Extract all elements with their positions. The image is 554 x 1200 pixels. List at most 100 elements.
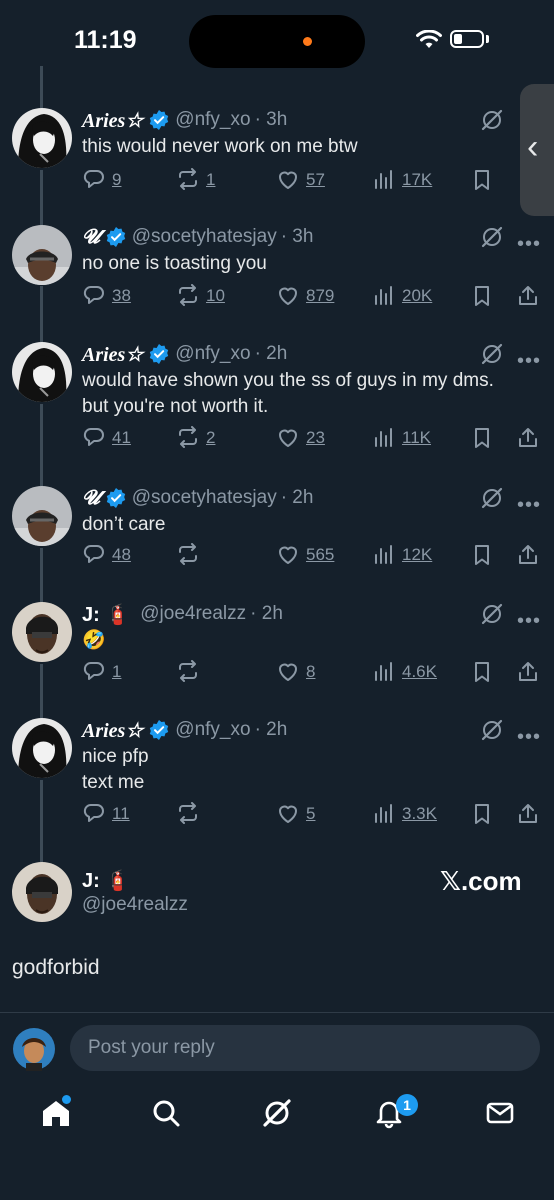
messages-icon[interactable] (484, 1097, 516, 1129)
tweet-actions: 41 2 23 11K (82, 426, 542, 452)
grok-icon[interactable] (480, 602, 504, 626)
share-icon (519, 286, 537, 305)
grok-icon[interactable] (480, 225, 504, 249)
bookmark-button[interactable] (470, 168, 494, 192)
like-button[interactable]: 8 (276, 660, 315, 684)
tweet-text: don’t care (82, 514, 166, 535)
bookmark-button[interactable] (470, 660, 494, 684)
share-button[interactable] (516, 660, 540, 684)
grok-nav-icon[interactable] (261, 1097, 293, 1129)
share-button[interactable] (516, 284, 540, 308)
bookmark-button[interactable] (470, 802, 494, 826)
share-button[interactable] (516, 543, 540, 567)
avatar[interactable] (12, 718, 72, 778)
share-button[interactable] (516, 426, 540, 450)
timestamp[interactable]: · 2h (255, 343, 288, 365)
handle[interactable]: @joe4realzz (140, 603, 246, 625)
verified-badge-icon (105, 227, 126, 247)
dynamic-island (189, 15, 365, 68)
grok-icon[interactable] (480, 108, 504, 132)
handle[interactable]: @socetyhatesjay (132, 487, 277, 509)
reply-button[interactable]: 11 (82, 802, 130, 826)
views-button[interactable]: 4.6K (372, 660, 437, 684)
tweet-actions: 9 1 57 17K (82, 168, 542, 194)
reply-input[interactable] (70, 1025, 540, 1071)
divider (0, 1012, 554, 1013)
handle[interactable]: @nfy_xo (175, 109, 250, 131)
my-avatar[interactable] (12, 1027, 56, 1071)
display-name[interactable]: 𝓤 (82, 226, 100, 249)
avatar[interactable] (12, 342, 72, 402)
like-button[interactable]: 879 (276, 284, 334, 308)
display-name[interactable]: Aries☆ (82, 108, 143, 133)
home-unread-dot (62, 1095, 71, 1104)
verified-badge-icon (149, 720, 170, 740)
timestamp[interactable]: · 3h (255, 109, 288, 131)
like-button[interactable]: 5 (276, 802, 315, 826)
avatar[interactable] (12, 862, 72, 922)
tweet-text: this would never work on me btw (82, 136, 358, 157)
tweet-actions: 38 10 879 20K (82, 284, 542, 310)
bookmark-button[interactable] (470, 284, 494, 308)
search-icon[interactable] (150, 1097, 182, 1129)
reply-button[interactable]: 48 (82, 543, 131, 567)
reply-icon (83, 544, 104, 563)
reply-button[interactable]: 9 (82, 168, 121, 192)
reply-icon (83, 803, 104, 822)
grok-icon[interactable] (480, 486, 504, 510)
repost-button[interactable] (176, 660, 200, 684)
display-name[interactable]: J: 🧯 (82, 868, 130, 893)
reply-button[interactable]: 1 (82, 660, 121, 684)
repost-button[interactable]: 2 (176, 426, 215, 450)
display-name[interactable]: Aries☆ (82, 342, 143, 367)
handle[interactable]: @nfy_xo (175, 343, 250, 365)
views-button[interactable]: 3.3K (372, 802, 437, 826)
x-watermark: 𝕏.com (440, 866, 522, 896)
bookmark-button[interactable] (470, 426, 494, 450)
thread-line (40, 286, 43, 342)
avatar[interactable] (12, 225, 72, 285)
views-button[interactable]: 12K (372, 543, 432, 567)
views-button[interactable]: 20K (372, 284, 432, 308)
views-icon (375, 545, 392, 564)
like-button[interactable]: 565 (276, 543, 334, 567)
timestamp[interactable]: · 2h (255, 719, 288, 741)
avatar[interactable] (12, 108, 72, 168)
repost-button[interactable]: 1 (176, 168, 215, 192)
views-button[interactable]: 11K (372, 426, 431, 450)
repost-icon (179, 543, 197, 565)
display-name[interactable]: 𝓤 (82, 487, 100, 510)
avatar[interactable] (12, 486, 72, 546)
repost-button[interactable]: 10 (176, 284, 225, 308)
avatar[interactable] (12, 602, 72, 662)
like-button[interactable]: 23 (276, 426, 325, 450)
thread-line (40, 780, 43, 862)
post-text: godforbid (12, 956, 100, 979)
timestamp[interactable]: · 2h (281, 487, 314, 509)
share-icon (519, 662, 537, 681)
display-name[interactable]: Aries☆ (82, 718, 143, 743)
views-icon (375, 170, 392, 189)
like-button[interactable]: 57 (276, 168, 325, 192)
timestamp[interactable]: · 2h (250, 603, 283, 625)
reply-button[interactable]: 38 (82, 284, 131, 308)
verified-badge-icon (149, 344, 170, 364)
tweet-text: would have shown you the ss of guys in m… (82, 370, 494, 417)
tweet-actions: 11 5 3.3K (82, 802, 542, 828)
bookmark-button[interactable] (470, 543, 494, 567)
share-button[interactable] (516, 802, 540, 826)
grok-icon[interactable] (480, 342, 504, 366)
thread-line (40, 404, 43, 486)
handle[interactable]: @socetyhatesjay (132, 226, 277, 248)
repost-button[interactable] (176, 802, 200, 826)
handle[interactable]: @nfy_xo (175, 719, 250, 741)
handle[interactable]: @joe4realzz (82, 894, 188, 916)
reply-button[interactable]: 41 (82, 426, 131, 450)
tweet-actions: 1 8 4.6K (82, 660, 542, 686)
grok-icon[interactable] (480, 718, 504, 742)
repost-button[interactable] (176, 543, 200, 567)
views-button[interactable]: 17K (372, 168, 432, 192)
verified-badge-icon (105, 488, 126, 508)
timestamp[interactable]: · 3h (281, 226, 314, 248)
display-name[interactable]: J: 🧯 (82, 602, 130, 627)
